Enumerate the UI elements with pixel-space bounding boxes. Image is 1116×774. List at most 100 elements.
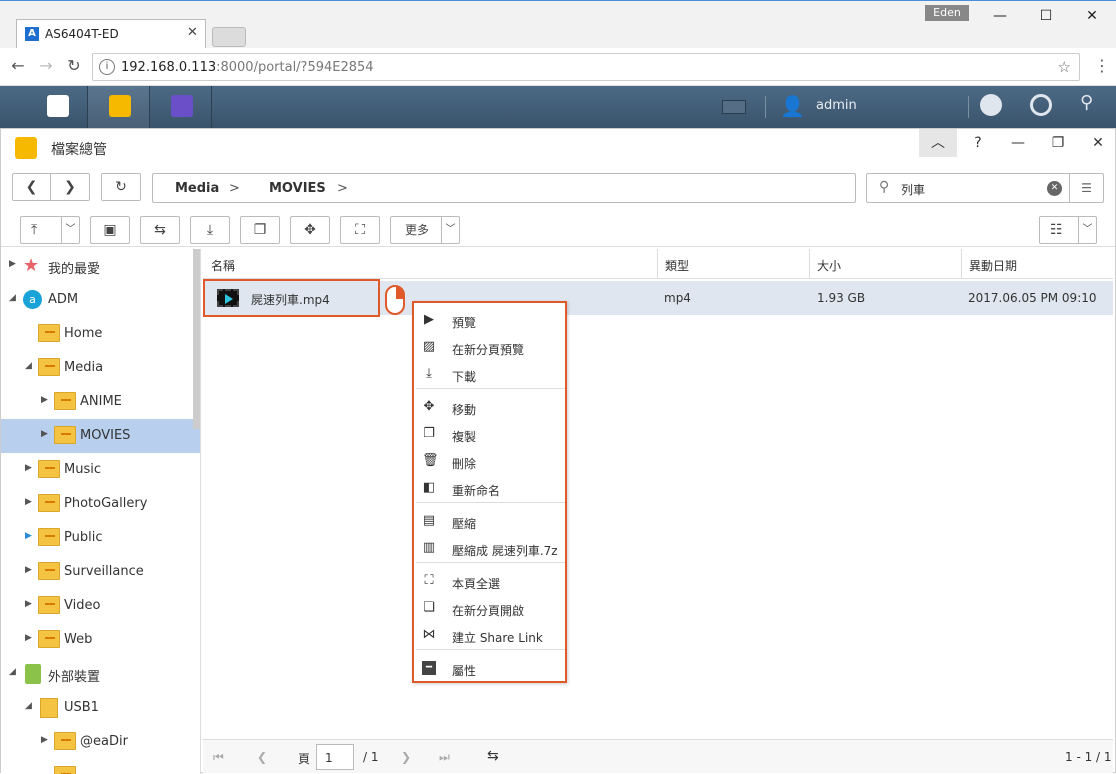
back-button[interactable]: ❮ (13, 174, 51, 200)
search-field[interactable]: ⚲ 列車 ✕ ☰ (866, 173, 1104, 203)
sidebar-scrollbar[interactable] (193, 249, 200, 429)
last-page-icon[interactable]: ⏭ (439, 750, 450, 765)
prev-page-icon[interactable]: ❮ (257, 750, 267, 764)
expand-arrow-icon[interactable]: ▶ (41, 735, 48, 745)
expand-arrow-icon[interactable]: ▶ (25, 633, 32, 643)
menu-item-properties[interactable]: ━ 屬性 (416, 655, 565, 682)
tree-item-anime[interactable]: ▶ ANIME (1, 385, 200, 419)
move-button[interactable]: ✥ (290, 216, 330, 244)
tree-item-media[interactable]: ◢ Media (1, 351, 200, 385)
tree-item-web[interactable]: ▶ Web (1, 623, 200, 657)
tree-item-public[interactable]: ▶ Public (1, 521, 200, 555)
tree-item-video[interactable]: ▶ Video (1, 589, 200, 623)
taskbar-app-video[interactable] (150, 86, 212, 128)
tree-item-usb1[interactable]: ◢ USB1 (1, 691, 200, 725)
notification-icon[interactable] (980, 94, 1002, 116)
browser-menu-icon[interactable]: ⋮ (1094, 56, 1110, 75)
collapse-arrow-icon[interactable]: ◢ (25, 361, 32, 371)
close-window-icon[interactable]: ✕ (1072, 5, 1112, 27)
menu-item-download[interactable]: ⤓ 下載 (416, 361, 565, 388)
select-all-button[interactable]: ⛶ (340, 216, 380, 244)
next-page-icon[interactable]: ❯ (401, 750, 411, 764)
tree-item-home[interactable]: Home (1, 317, 200, 351)
browser-tab[interactable]: A AS6404T-ED ✕ (16, 19, 206, 49)
expand-arrow-icon[interactable]: ▶ (25, 599, 32, 609)
tree-item-movies[interactable]: ▶ MOVIES (1, 419, 200, 453)
column-header-name[interactable]: 名稱 (211, 257, 235, 274)
first-page-icon[interactable]: ⏮ (213, 750, 224, 765)
keyboard-icon[interactable] (722, 100, 746, 114)
download-button[interactable]: ⤓ (190, 216, 230, 244)
search-icon[interactable]: ⚲ (1080, 92, 1093, 113)
close-tab-icon[interactable]: ✕ (187, 25, 198, 40)
taskbar-app-file-explorer[interactable] (88, 86, 150, 128)
tree-item-music[interactable]: ▶ Music (1, 453, 200, 487)
more-button[interactable]: 更多 ﹀ (390, 216, 460, 244)
copy-button[interactable]: ❐ (240, 216, 280, 244)
expand-arrow-icon[interactable]: ▶ (25, 565, 32, 575)
expand-arrow-icon[interactable]: ▶ (41, 429, 48, 439)
tree-item-external-devices[interactable]: ◢ 外部裝置 (1, 657, 200, 691)
collapse-icon[interactable]: ︿ (919, 129, 957, 157)
search-input[interactable]: 列車 (901, 181, 925, 198)
reload-icon[interactable]: ↻ (64, 56, 84, 75)
menu-item-compress-7z[interactable]: ▥ 壓縮成 屍速列車.7z (416, 535, 565, 562)
profile-badge[interactable]: Eden (925, 5, 969, 21)
refresh-button[interactable]: ↻ (101, 173, 141, 201)
collapse-arrow-icon[interactable]: ◢ (25, 701, 32, 711)
taskbar-app-adm[interactable] (26, 86, 88, 128)
maximize-icon[interactable]: ☐ (1026, 5, 1066, 27)
refresh-list-icon[interactable]: ⇆ (487, 748, 499, 764)
column-header-modified[interactable]: 異動日期 (969, 257, 1017, 274)
expand-arrow-icon[interactable]: ▶ (41, 395, 48, 405)
menu-item-preview-new-tab[interactable]: ▨ 在新分頁預覽 (416, 334, 565, 361)
dashboard-icon[interactable] (1030, 94, 1052, 116)
expand-arrow-icon[interactable]: ▶ (25, 497, 32, 507)
column-divider[interactable] (961, 249, 962, 279)
menu-item-rename[interactable]: ◧ 重新命名 (416, 475, 565, 502)
new-tab-button[interactable] (212, 27, 246, 47)
info-icon[interactable]: i (99, 59, 115, 75)
tree-item-surveillance[interactable]: ▶ Surveillance (1, 555, 200, 589)
tree-item-adm[interactable]: ◢ a ADM (1, 283, 200, 317)
collapse-arrow-icon[interactable]: ◢ (9, 667, 16, 677)
forward-icon[interactable]: → (36, 56, 56, 75)
minimize-icon[interactable]: — (999, 129, 1037, 157)
tree-item-partial[interactable] (1, 759, 200, 774)
url-input[interactable]: i 192.168.0.113:8000/portal/?594E2854 ☆ (92, 53, 1080, 81)
forward-button[interactable]: ❯ (51, 174, 89, 200)
move-to-button[interactable]: ⇆ (140, 216, 180, 244)
close-icon[interactable]: ✕ (1079, 129, 1116, 157)
username[interactable]: admin (816, 98, 857, 113)
restore-icon[interactable]: ❐ (1039, 129, 1077, 157)
menu-item-select-all[interactable]: ⛶ 本頁全選 (416, 568, 565, 595)
column-divider[interactable] (657, 249, 658, 279)
tree-item-eadir[interactable]: ▶ @eaDir (1, 725, 200, 759)
page-number-input[interactable]: 1 (316, 744, 354, 770)
tree-item-photogallery[interactable]: ▶ PhotoGallery (1, 487, 200, 521)
menu-item-copy[interactable]: ❐ 複製 (416, 421, 565, 448)
breadcrumb-item[interactable]: Media (175, 181, 219, 196)
column-divider[interactable] (809, 249, 810, 279)
menu-item-preview[interactable]: ▶ 預覽 (416, 307, 565, 334)
menu-item-open-new-tab[interactable]: ❏ 在新分頁開啟 (416, 595, 565, 622)
menu-item-delete[interactable]: 🗑 刪除 (416, 448, 565, 475)
expand-arrow-icon[interactable]: ▶ (25, 531, 32, 541)
menu-item-compress[interactable]: ▤ 壓縮 (416, 508, 565, 535)
bookmark-star-icon[interactable]: ☆ (1058, 58, 1071, 76)
clear-search-icon[interactable]: ✕ (1047, 181, 1062, 196)
menu-item-move[interactable]: ✥ 移動 (416, 394, 565, 421)
minimize-icon[interactable]: — (980, 5, 1020, 27)
view-mode-button[interactable]: ☷ ﹀ (1039, 216, 1097, 244)
column-header-size[interactable]: 大小 (817, 257, 841, 274)
column-header-type[interactable]: 類型 (665, 257, 689, 274)
expand-arrow-icon[interactable]: ▶ (9, 259, 16, 269)
search-options-icon[interactable]: ☰ (1069, 174, 1103, 202)
back-icon[interactable]: ← (8, 56, 28, 75)
collapse-arrow-icon[interactable]: ◢ (9, 293, 16, 303)
help-icon[interactable]: ? (959, 129, 997, 157)
menu-item-share-link[interactable]: ⋈ 建立 Share Link (416, 622, 565, 649)
expand-arrow-icon[interactable]: ▶ (25, 463, 32, 473)
upload-button[interactable]: ⤒ ﹀ (20, 216, 80, 244)
tree-item-favorites[interactable]: ▶ ★ 我的最愛 (1, 249, 200, 283)
